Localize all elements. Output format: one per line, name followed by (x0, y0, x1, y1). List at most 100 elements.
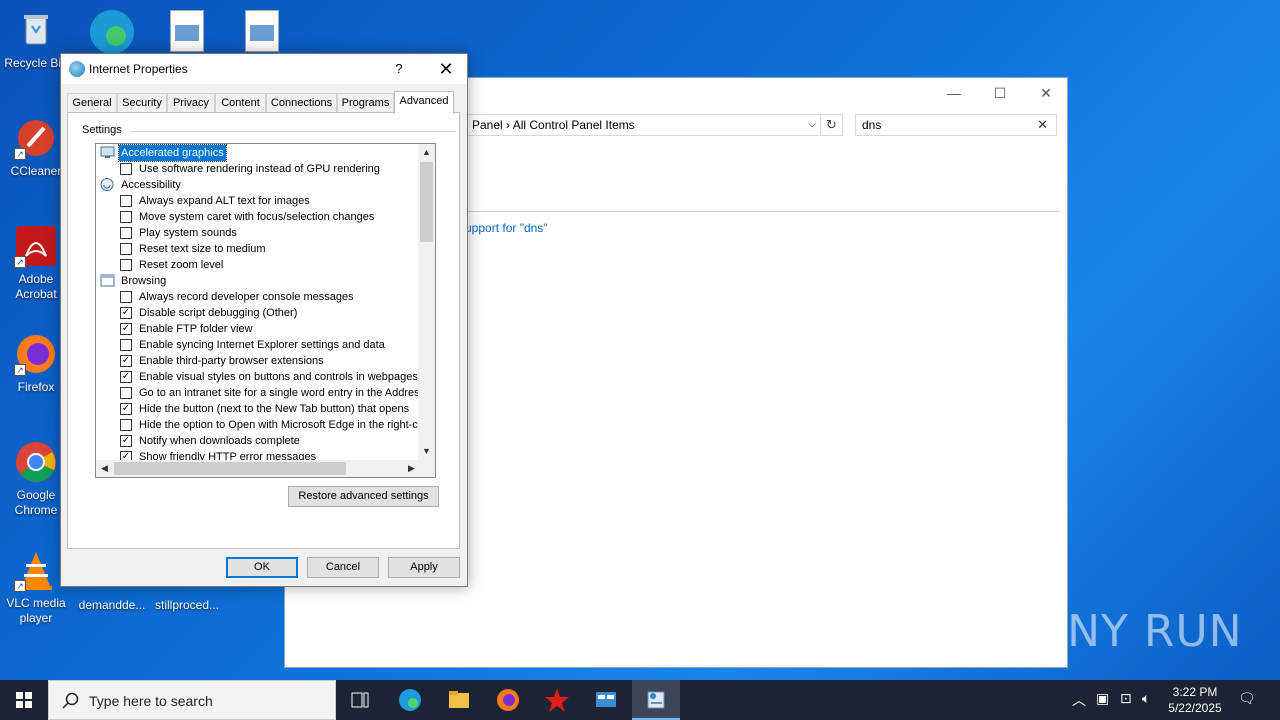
accessibility-icon (100, 178, 115, 191)
browser-window-icon (100, 274, 115, 287)
search-placeholder: Type here to search (89, 693, 213, 709)
horizontal-scrollbar[interactable]: ◀ ▶ (96, 460, 420, 477)
search-value: dns (862, 118, 882, 132)
tab-content[interactable]: Content (215, 93, 266, 113)
start-button[interactable] (0, 680, 48, 720)
scroll-thumb[interactable] (114, 462, 346, 475)
search-input[interactable]: dns ✕ (855, 114, 1057, 136)
setting-label: Hide the option to Open with Microsoft E… (139, 419, 421, 431)
windows-logo-icon (16, 692, 32, 708)
checkbox[interactable] (120, 387, 132, 399)
chrome-icon (14, 440, 58, 484)
checkbox[interactable] (120, 195, 132, 207)
meet-now-icon[interactable]: ▣ (1096, 690, 1109, 707)
setting-label: Hide the button (next to the New Tab but… (139, 403, 410, 415)
tab-privacy[interactable]: Privacy (167, 93, 215, 113)
taskbar-control-panel[interactable] (582, 680, 630, 720)
setting-label: Reset zoom level (139, 259, 224, 271)
taskbar: Type here to search ︿ ▣ ⊡ 🔈︎ 3:22 PM 5/2… (0, 680, 1280, 720)
edge-desktop-icon[interactable] (86, 6, 138, 54)
recycle-bin-icon (14, 8, 58, 52)
tab-advanced[interactable]: Advanced (394, 91, 454, 114)
close-button[interactable]: ✕ (431, 54, 461, 84)
setting-label: Enable syncing Internet Explorer setting… (139, 339, 385, 351)
minimize-button[interactable]: — (931, 82, 977, 104)
network-icon[interactable]: ⊡ (1120, 690, 1132, 707)
desktop-icon-file[interactable]: demandde... (76, 598, 148, 613)
dialog-title: Internet Properties (89, 62, 188, 76)
checkbox-checked[interactable]: ✓ (120, 435, 132, 447)
settings-group-label: Settings (82, 124, 126, 136)
close-button[interactable]: ✕ (1023, 82, 1069, 104)
tree-category-label: Accelerated graphics (118, 144, 227, 162)
tab-security[interactable]: Security (117, 93, 167, 113)
checkbox[interactable] (120, 211, 132, 223)
notifications-icon[interactable]: 🗨︎ (1238, 690, 1256, 707)
setting-label: Use software rendering instead of GPU re… (139, 163, 380, 175)
search-help-link[interactable]: upport for "dns" (465, 221, 548, 235)
desktop-icon-label: demandde... (78, 598, 146, 612)
taskbar-star-app[interactable] (533, 680, 581, 720)
checkbox[interactable] (120, 259, 132, 271)
scroll-thumb[interactable] (420, 162, 433, 242)
address-bar[interactable]: l Panel › All Control Panel Items ⌵ (445, 114, 821, 136)
taskbar-internet-properties[interactable] (632, 680, 680, 720)
ok-button[interactable]: OK (226, 557, 298, 578)
tab-programs[interactable]: Programs (337, 93, 394, 113)
maximize-button[interactable]: ☐ (977, 82, 1023, 104)
search-icon (62, 692, 79, 709)
internet-properties-dialog[interactable]: Internet Properties ? ✕ General Security… (60, 53, 468, 587)
restore-advanced-settings-button[interactable]: Restore advanced settings (288, 486, 439, 507)
apply-button[interactable]: Apply (388, 557, 460, 578)
clock-date: 5/22/2025 (1168, 701, 1222, 715)
firefox-icon (497, 689, 519, 711)
checkbox-checked[interactable]: ✓ (120, 371, 132, 383)
setting-label: Notify when downloads complete (139, 435, 300, 447)
volume-icon[interactable]: 🔈︎ (1142, 690, 1150, 707)
checkbox-checked[interactable]: ✓ (120, 307, 132, 319)
help-button[interactable]: ? (387, 54, 411, 84)
star-app-icon (545, 688, 569, 712)
checkbox-checked[interactable]: ✓ (120, 323, 132, 335)
tab-general[interactable]: General (67, 93, 117, 113)
vlc-icon: ↗ (14, 548, 58, 592)
checkbox[interactable] (120, 243, 132, 255)
checkbox[interactable] (120, 291, 132, 303)
setting-label: Go to an intranet site for a single word… (139, 387, 420, 399)
taskbar-firefox[interactable] (484, 680, 532, 720)
checkbox-checked[interactable]: ✓ (120, 403, 132, 415)
chevron-down-icon[interactable]: ⌵ (808, 115, 816, 135)
setting-label: Enable third-party browser extensions (139, 355, 324, 367)
checkbox[interactable] (120, 227, 132, 239)
task-view-button[interactable] (336, 680, 384, 720)
taskbar-edge[interactable] (386, 680, 434, 720)
ccleaner-icon: ↗ (14, 116, 58, 160)
desktop-icon-label: VLC media player (6, 596, 66, 625)
scroll-up-icon[interactable]: ▲ (418, 144, 435, 161)
advanced-tab-panel: Settings Accelerated graphics Use softwar… (67, 112, 460, 549)
refresh-icon: ↻ (826, 117, 837, 132)
tab-connections[interactable]: Connections (266, 93, 337, 113)
checkbox[interactable] (120, 163, 132, 175)
scroll-left-icon[interactable]: ◀ (96, 460, 113, 477)
taskbar-search-input[interactable]: Type here to search (48, 680, 336, 720)
desktop-icon-label: stillproced... (154, 598, 220, 612)
setting-label: Play system sounds (139, 227, 237, 239)
refresh-button[interactable]: ↻ (821, 114, 843, 136)
system-clock[interactable]: 3:22 PM 5/22/2025 (1164, 684, 1226, 716)
checkbox[interactable] (120, 419, 132, 431)
desktop-icon-file[interactable]: stillproced... (151, 598, 223, 613)
checkbox-checked[interactable]: ✓ (120, 355, 132, 367)
file-icon[interactable] (170, 10, 204, 52)
vertical-scrollbar[interactable]: ▲ ▼ (418, 144, 435, 460)
cancel-button[interactable]: Cancel (307, 557, 379, 578)
file-icon[interactable] (245, 10, 279, 52)
chevron-up-icon[interactable]: ︿ (1072, 690, 1086, 710)
settings-tree[interactable]: Accelerated graphics Use software renderi… (95, 143, 436, 478)
setting-label: Disable script debugging (Other) (139, 307, 298, 319)
taskbar-file-explorer[interactable] (435, 680, 483, 720)
dialog-titlebar[interactable]: Internet Properties ? ✕ (61, 54, 467, 84)
checkbox[interactable] (120, 339, 132, 351)
scroll-down-icon[interactable]: ▼ (418, 443, 435, 460)
clear-search-icon[interactable]: ✕ (1037, 115, 1048, 135)
